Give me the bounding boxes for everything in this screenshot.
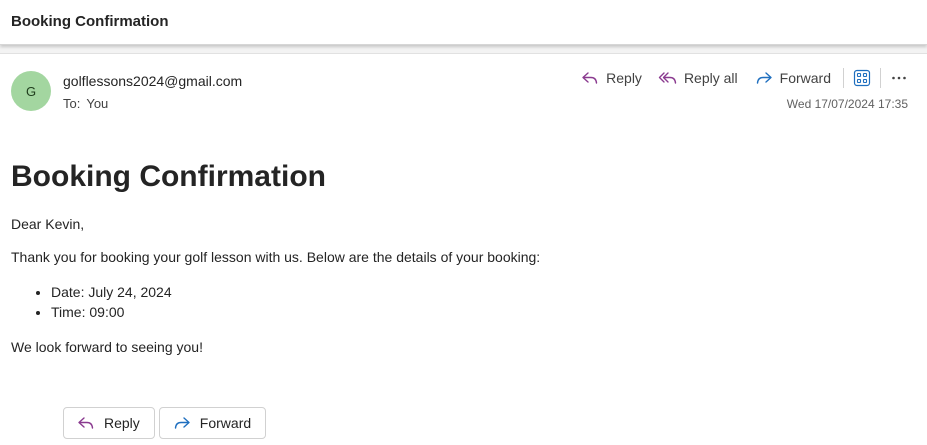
bottom-reply-button[interactable]: Reply xyxy=(63,407,155,439)
reply-all-label: Reply all xyxy=(683,70,738,86)
reply-button[interactable]: Reply xyxy=(572,66,650,90)
reply-all-button[interactable]: Reply all xyxy=(650,66,746,90)
more-actions-button[interactable] xyxy=(885,66,913,90)
message-body: Booking Confirmation Dear Kevin, Thank y… xyxy=(11,160,891,372)
subject-bar: Booking Confirmation xyxy=(0,0,927,45)
reply-icon xyxy=(582,72,598,84)
apps-button[interactable] xyxy=(848,66,876,90)
forward-icon xyxy=(174,417,190,429)
message-actions-toolbar: Reply Reply all Forward xyxy=(572,66,913,90)
to-label: To: xyxy=(63,96,81,111)
bottom-reply-label: Reply xyxy=(104,415,140,431)
bottom-forward-button[interactable]: Forward xyxy=(158,407,267,439)
avatar-initial: G xyxy=(25,83,37,99)
forward-icon xyxy=(756,72,772,84)
reply-label: Reply xyxy=(606,70,642,86)
reply-icon xyxy=(78,417,94,429)
closing-paragraph: We look forward to seeing you! xyxy=(11,339,203,355)
bottom-actions: Reply Forward xyxy=(63,407,267,439)
to-value[interactable]: You xyxy=(86,96,108,111)
sender-avatar[interactable]: G xyxy=(11,71,51,111)
recipient-line: To: You xyxy=(63,96,114,111)
list-item: Time: 09:00 xyxy=(51,302,891,322)
toolbar-separator xyxy=(880,68,881,88)
divider-strip xyxy=(0,45,927,54)
apps-grid-icon xyxy=(853,69,871,87)
email-subject: Booking Confirmation xyxy=(11,13,169,30)
bottom-forward-label: Forward xyxy=(199,415,252,431)
reply-all-icon xyxy=(658,72,677,84)
message-timestamp: Wed 17/07/2024 17:35 xyxy=(786,97,908,111)
booking-details-list: Date: July 24, 2024 Time: 09:00 xyxy=(51,282,891,322)
more-horizontal-icon xyxy=(892,76,906,80)
forward-label: Forward xyxy=(779,70,831,86)
sender-email[interactable]: golflessons2024@gmail.com xyxy=(63,73,242,89)
list-item: Date: July 24, 2024 xyxy=(51,282,891,302)
toolbar-separator xyxy=(843,68,844,88)
forward-button[interactable]: Forward xyxy=(746,66,839,90)
intro-paragraph: Thank you for booking your golf lesson w… xyxy=(11,249,541,265)
body-heading: Booking Confirmation xyxy=(11,160,326,193)
greeting: Dear Kevin, xyxy=(11,216,85,232)
